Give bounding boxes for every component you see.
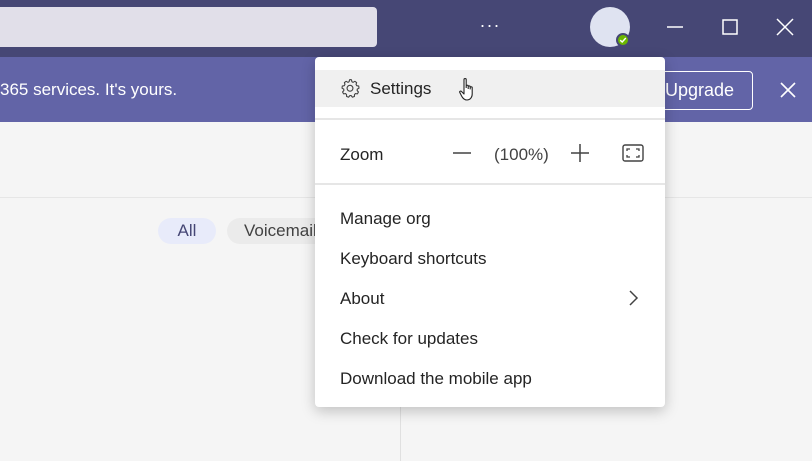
zoom-in-button[interactable] <box>569 142 591 164</box>
minus-icon <box>453 152 471 154</box>
menu-item-settings[interactable]: Settings <box>315 70 665 107</box>
menu-item-about[interactable]: About <box>340 289 384 309</box>
presence-status-icon <box>616 33 630 47</box>
search-input[interactable] <box>0 7 377 47</box>
minimize-icon <box>667 26 683 28</box>
filter-all-pill[interactable]: All <box>158 218 216 244</box>
menu-item-keyboard-shortcuts[interactable]: Keyboard shortcuts <box>340 249 486 269</box>
close-icon <box>780 82 796 98</box>
more-options-button[interactable]: ··· <box>470 12 510 42</box>
hand-cursor-icon <box>459 78 473 101</box>
fullscreen-button[interactable] <box>621 142 645 164</box>
gear-icon <box>341 79 360 98</box>
zoom-level: (100%) <box>494 145 549 164</box>
menu-item-settings-label: Settings <box>370 79 432 98</box>
menu-item-download-mobile-app[interactable]: Download the mobile app <box>340 369 532 389</box>
maximize-button[interactable] <box>712 10 748 44</box>
menu-item-manage-org[interactable]: Manage org <box>340 209 431 229</box>
menu-item-check-updates[interactable]: Check for updates <box>340 329 478 349</box>
menu-divider <box>315 118 665 120</box>
plus-icon <box>571 144 589 162</box>
chevron-right-icon <box>629 290 639 306</box>
window-close-button[interactable] <box>767 10 803 44</box>
maximize-icon <box>722 19 738 35</box>
menu-divider <box>315 183 665 185</box>
close-icon <box>776 18 794 36</box>
zoom-out-button[interactable] <box>450 142 474 164</box>
fullscreen-icon <box>622 144 644 162</box>
pane-divider <box>400 400 401 461</box>
settings-menu <box>315 57 665 407</box>
minimize-button[interactable] <box>657 10 693 44</box>
banner-close-button[interactable] <box>773 75 803 105</box>
banner-message: 365 services. It's yours. <box>0 80 178 99</box>
zoom-label: Zoom <box>340 145 384 164</box>
